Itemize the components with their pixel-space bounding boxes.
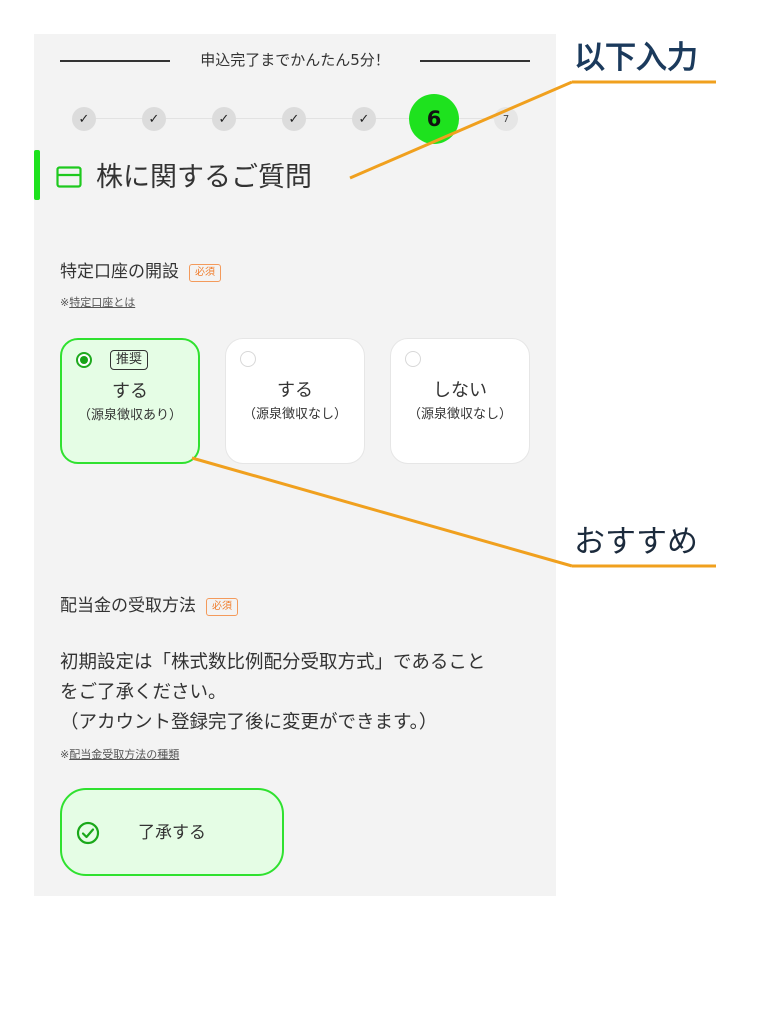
dividend-help-link[interactable]: 配当金受取方法の種類 <box>69 748 179 761</box>
tokutei-help: ※特定口座とは <box>60 294 135 310</box>
link-prefix: ※ <box>60 748 70 761</box>
step-2: ✓ <box>142 107 166 131</box>
option-no[interactable]: しない （源泉徴収なし） <box>390 338 530 464</box>
option-yes-withholding[interactable]: 推奨 する （源泉徴収あり） <box>60 338 200 464</box>
step-5: ✓ <box>352 107 376 131</box>
step-1: ✓ <box>72 107 96 131</box>
description-line: 初期設定は「株式数比例配分受取方式」であること <box>60 652 486 673</box>
section-accent-bar <box>34 150 40 200</box>
check-circle-icon <box>76 821 100 845</box>
dividend-label: 配当金の受取方法 必須 <box>60 594 238 618</box>
option-main-label: しない <box>433 380 487 401</box>
step-6-current: 6 <box>409 94 459 144</box>
option-sub-label: （源泉徴収なし） <box>242 407 347 422</box>
required-badge: 必須 <box>206 598 238 616</box>
progress-header: 申込完了までかんたん5分！ <box>60 48 530 72</box>
header-rule-left <box>60 60 170 62</box>
progress-header-text: 申込完了までかんたん5分！ <box>200 51 390 69</box>
dividend-help: ※配当金受取方法の種類 <box>60 746 179 762</box>
option-main-label: する <box>277 380 313 401</box>
dividend-description: 初期設定は「株式数比例配分受取方式」であること をご了承ください。 （アカウント… <box>60 648 540 738</box>
option-sub-label: （源泉徴収あり） <box>77 408 182 423</box>
description-line: をご了承ください。 <box>60 682 227 703</box>
tokutei-label-text: 特定口座の開設 <box>60 262 179 282</box>
accept-button[interactable]: 了承する <box>60 788 284 876</box>
step-4: ✓ <box>282 107 306 131</box>
callout-middle: おすすめ <box>574 524 698 560</box>
description-line: （アカウント登録完了後に変更ができます。） <box>60 712 438 733</box>
radio-selected[interactable] <box>76 352 92 368</box>
option-main-label: する <box>112 381 148 402</box>
option-yes-no-withholding[interactable]: する （源泉徴収なし） <box>225 338 365 464</box>
callout-top: 以下入力 <box>574 40 698 76</box>
step-indicator: ✓ ✓ ✓ ✓ ✓ 6 7 <box>64 94 528 144</box>
tokutei-help-link[interactable]: 特定口座とは <box>69 296 135 309</box>
link-prefix: ※ <box>60 296 70 309</box>
radio-unselected[interactable] <box>240 351 256 367</box>
card-icon <box>56 166 82 188</box>
step-7: 7 <box>494 107 518 131</box>
step-3: ✓ <box>212 107 236 131</box>
tokutei-label: 特定口座の開設 必須 <box>60 260 221 284</box>
header-rule-right <box>420 60 530 62</box>
accept-label: 了承する <box>138 823 206 843</box>
dividend-label-text: 配当金の受取方法 <box>60 596 196 616</box>
section-title: 株に関するご質問 <box>96 162 312 193</box>
required-badge: 必須 <box>189 264 221 282</box>
recommended-tag: 推奨 <box>110 350 149 370</box>
radio-unselected[interactable] <box>405 351 421 367</box>
option-sub-label: （源泉徴収なし） <box>407 407 512 422</box>
